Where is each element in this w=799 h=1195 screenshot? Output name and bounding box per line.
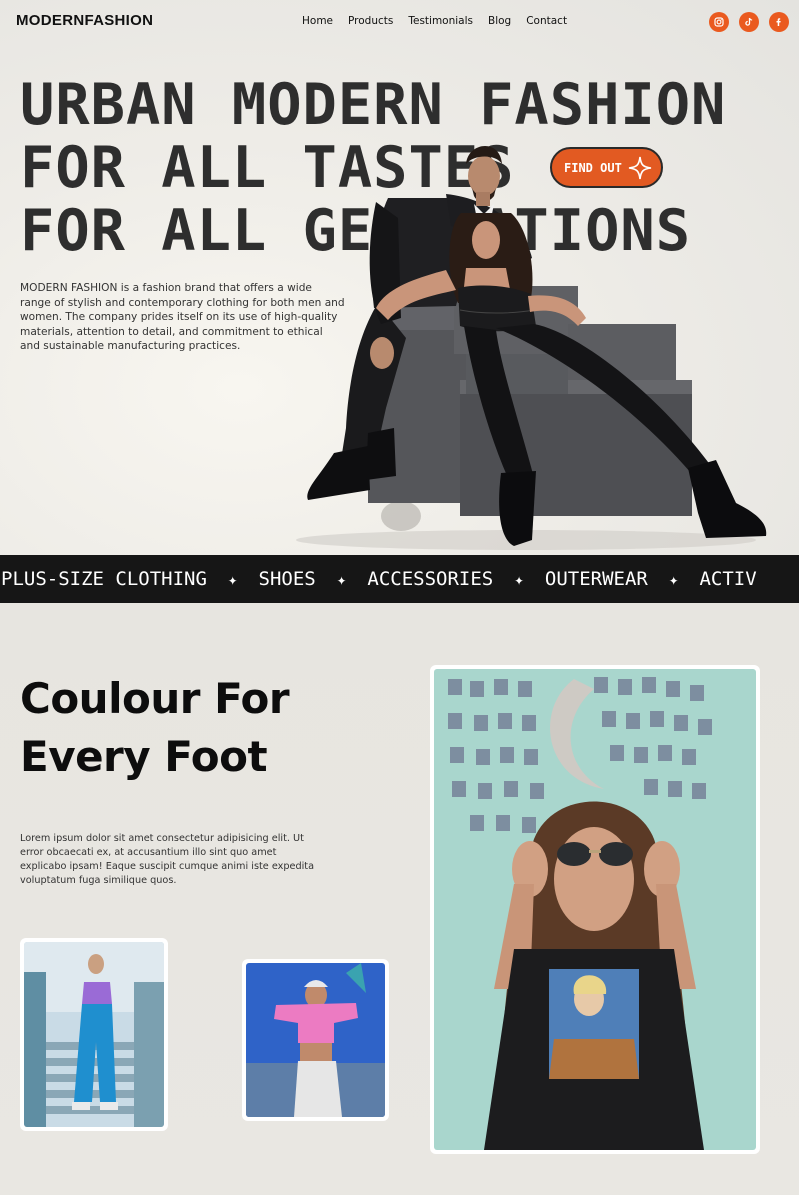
brand-logo[interactable]: MODERNFASHION xyxy=(16,12,153,29)
hero-models-image xyxy=(296,145,767,550)
section-title-line-2: Every Foot xyxy=(20,732,268,781)
section-title-line-1: Coulour For xyxy=(20,674,290,723)
hero-section: MODERNFASHION Home Products Testimonials… xyxy=(0,0,799,555)
find-out-label: FIND OUT xyxy=(564,160,622,175)
ticker-item-activewear[interactable]: ACTIV xyxy=(699,568,756,590)
nav-link-products[interactable]: Products xyxy=(348,15,393,27)
star-icon: ✦ xyxy=(336,569,347,589)
star-icon: ✦ xyxy=(227,569,238,589)
star-icon: ✦ xyxy=(668,569,679,589)
photo-card-sunglasses[interactable] xyxy=(430,665,760,1154)
find-out-button[interactable]: FIND OUT xyxy=(550,147,663,188)
nav-link-blog[interactable]: Blog xyxy=(488,15,511,27)
ticker-item-accessories[interactable]: ACCESSORIES xyxy=(367,568,493,590)
nav-link-home[interactable]: Home xyxy=(302,15,333,27)
tiktok-icon[interactable] xyxy=(739,12,759,32)
photo-sunglasses-image xyxy=(434,669,756,1150)
photo-card-pink-top[interactable] xyxy=(242,959,389,1121)
ticker-item-outerwear[interactable]: OUTERWEAR xyxy=(545,568,648,590)
category-ticker: PLUS-SIZE CLOTHING ✦ SHOES ✦ ACCESSORIES… xyxy=(0,555,799,603)
sparkle-icon xyxy=(628,156,651,179)
nav-link-testimonials[interactable]: Testimonials xyxy=(408,15,473,27)
section-title: Coulour For Every Foot xyxy=(20,670,290,786)
facebook-icon[interactable] xyxy=(769,12,789,32)
instagram-icon[interactable] xyxy=(709,12,729,32)
ticker-track: PLUS-SIZE CLOTHING ✦ SHOES ✦ ACCESSORIES… xyxy=(1,568,757,590)
photo-card-stairs[interactable] xyxy=(20,938,168,1131)
nav-links: Home Products Testimonials Blog Contact xyxy=(302,15,567,27)
social-links xyxy=(709,12,789,32)
star-icon: ✦ xyxy=(514,569,524,589)
section-description: Lorem ipsum dolor sit amet consectetur a… xyxy=(20,833,315,886)
photo-pink-top-image xyxy=(246,963,385,1117)
ticker-item-shoes[interactable]: SHOES xyxy=(259,568,316,590)
colour-section: Coulour For Every Foot Lorem ipsum dolor… xyxy=(0,603,799,1195)
photo-stairs-image xyxy=(24,942,164,1127)
top-navbar: MODERNFASHION Home Products Testimonials… xyxy=(0,0,799,44)
nav-link-contact[interactable]: Contact xyxy=(526,15,567,27)
ticker-item-plus-size[interactable]: PLUS-SIZE CLOTHING xyxy=(1,568,207,590)
